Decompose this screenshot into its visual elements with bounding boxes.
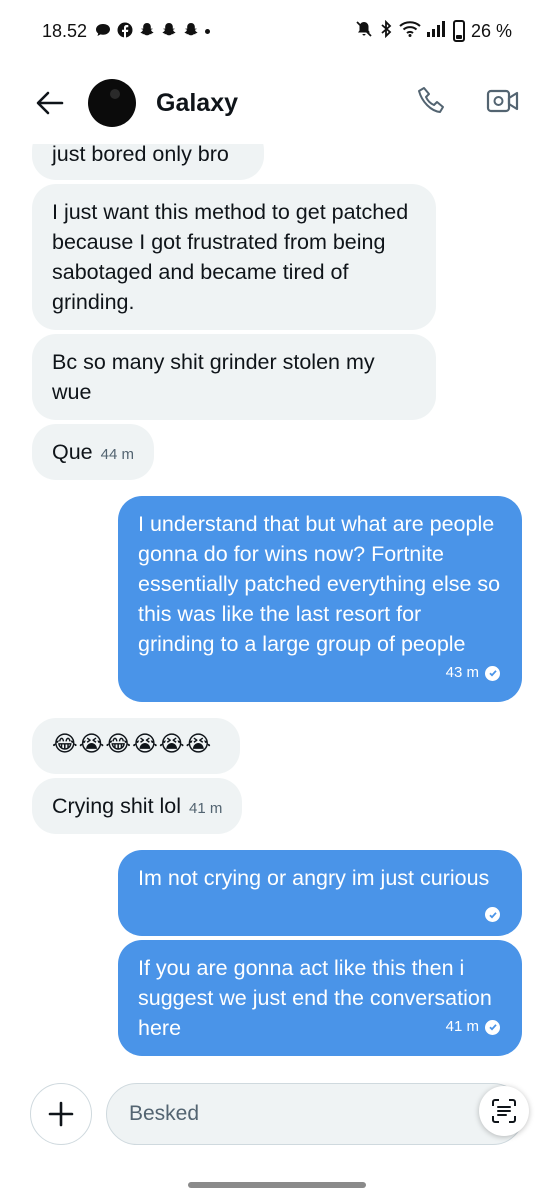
text-scan-button[interactable] (479, 1086, 529, 1136)
message-bubble-in[interactable]: Bc so many shit grinder stolen my wue (32, 334, 436, 420)
message-text: I understand that but what are people go… (138, 512, 501, 656)
message-bubble-out[interactable]: If you are gonna act like this then i su… (118, 940, 522, 1056)
back-arrow-icon[interactable] (30, 83, 70, 123)
read-check-icon (485, 1019, 500, 1035)
mute-icon (355, 20, 373, 43)
status-time: 18.52 (42, 20, 88, 41)
snapchat-icon (161, 22, 177, 41)
signal-icon (426, 20, 447, 42)
message-meta: 43 m (446, 658, 500, 688)
message-list[interactable]: just bored only bro I just want this met… (0, 144, 554, 1064)
message-text: If you are gonna act like this then i su… (138, 956, 492, 1040)
message-text: Que (52, 440, 93, 464)
chat-header: Galaxy (0, 62, 554, 144)
message-time: 44 m (100, 446, 134, 463)
message-emoji: 😂😭😂😭😭😭 (52, 731, 213, 756)
phone-icon[interactable] (416, 85, 448, 122)
message-bubble-in[interactable]: just bored only bro (32, 144, 264, 180)
read-check-icon (485, 665, 500, 681)
message-time: 41 m (445, 1018, 479, 1035)
wifi-icon (399, 20, 421, 42)
message-time: 41 m (189, 800, 223, 817)
message-bubble-out[interactable]: Im not crying or angry im just curious (118, 850, 522, 936)
message-meta: 41 m (446, 1012, 500, 1042)
avatar[interactable] (88, 79, 136, 127)
battery-percent: 26 % (470, 20, 512, 41)
message-text: Crying shit lol (52, 794, 182, 818)
message-text: Im not crying or angry im just curious (138, 866, 490, 890)
message-text: I just want this method to get patched b… (52, 200, 409, 314)
home-indicator[interactable] (188, 1182, 366, 1188)
battery-icon (452, 20, 465, 42)
bluetooth-icon (379, 19, 393, 43)
status-bar: 18.52 26 % (0, 0, 554, 62)
chat-bubble-icon (95, 23, 111, 40)
message-bubble-in[interactable]: I just want this method to get patched b… (32, 184, 436, 330)
message-bubble-out[interactable]: I understand that but what are people go… (118, 496, 522, 702)
message-input-wrapper (106, 1083, 529, 1145)
snapchat-icon (139, 22, 155, 41)
message-text: just bored only bro (52, 144, 229, 166)
facebook-icon (117, 22, 133, 41)
add-media-button[interactable] (30, 1083, 92, 1145)
more-notifications-dot (205, 28, 211, 34)
contact-name[interactable]: Galaxy (156, 89, 238, 118)
message-composer (0, 1078, 554, 1150)
message-bubble-in[interactable]: Crying shit lol 41 m (32, 778, 243, 834)
message-text: Bc so many shit grinder stolen my wue (52, 350, 375, 404)
message-time: 43 m (445, 664, 479, 681)
snapchat-icon (183, 22, 199, 41)
read-check-icon (485, 907, 500, 922)
scan-text-icon (492, 1099, 516, 1123)
message-meta (479, 907, 500, 922)
plus-icon (48, 1101, 74, 1127)
message-bubble-in[interactable]: 😂😭😂😭😭😭 (32, 718, 240, 774)
video-call-icon[interactable] (486, 87, 520, 120)
message-input[interactable] (129, 1102, 429, 1126)
message-bubble-in[interactable]: Que 44 m (32, 424, 154, 480)
notification-icons (95, 22, 211, 41)
